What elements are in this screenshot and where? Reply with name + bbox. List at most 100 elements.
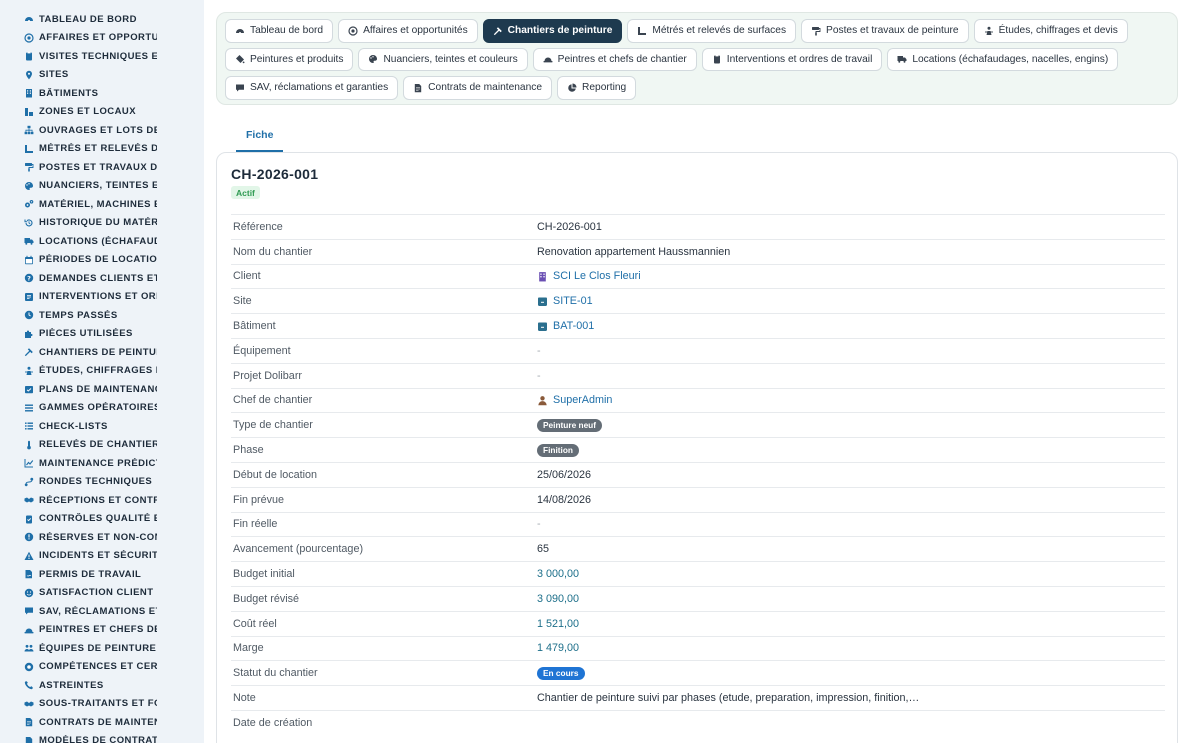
field-row: Coût réel 1 521,00 <box>231 610 1165 636</box>
route-icon <box>24 477 34 487</box>
nav-pill-peintres-et-chefs-de-chantier[interactable]: Peintres et chefs de chantier <box>532 47 697 71</box>
sidebar-item-astreintes[interactable]: ASTREINTES <box>0 676 204 695</box>
sidebar-item-ouvrages-et-lots-de-travaux[interactable]: OUVRAGES ET LOTS DE TRAVAUX <box>0 121 204 140</box>
field-label: Bâtiment <box>233 320 276 333</box>
palette-icon <box>368 54 378 64</box>
sidebar-item-label: CONTRÔLES QUALITÉ ET AUDITS <box>39 513 157 525</box>
sidebar-item-demandes-clients-et-interventions[interactable]: ? DEMANDES CLIENTS ET INTERVENTIONS <box>0 269 204 288</box>
nav-pill-contrats-de-maintenance[interactable]: Contrats de maintenance <box>403 76 553 100</box>
puzzle-icon <box>24 329 34 339</box>
nav-pill-sav-reclamations-et-garanties[interactable]: SAV, réclamations et garanties <box>225 76 399 100</box>
field-row: Statut du chantier En cours <box>231 660 1165 685</box>
field-value: BAT-001 <box>553 320 595 333</box>
hammer-icon <box>493 26 503 36</box>
sidebar-item-sav-reclamations-et-garanties[interactable]: SAV, RÉCLAMATIONS ET GARANTIES <box>0 602 204 621</box>
sidebar-item-label: PIÈCES UTILISÉES <box>39 328 133 340</box>
sidebar-item-zones-et-locaux[interactable]: ZONES ET LOCAUX <box>0 103 204 122</box>
nav-pill-interventions-et-ordres-de-travail[interactable]: Interventions et ordres de travail <box>701 47 883 71</box>
sidebar-item-permis-de-travail[interactable]: PERMIS DE TRAVAIL <box>0 565 204 584</box>
sidebar-item-sites[interactable]: SITES <box>0 66 204 85</box>
building-icon <box>24 88 34 98</box>
sidebar-item-competences-et-certifications[interactable]: COMPÉTENCES ET CERTIFICATIONS <box>0 658 204 677</box>
sidebar-item-pieces-utilisees[interactable]: PIÈCES UTILISÉES <box>0 325 204 344</box>
sidebar-item-chantiers-de-peinture[interactable]: CHANTIERS DE PEINTURE <box>0 343 204 362</box>
sidebar-item-metres-et-releves-de-surfaces[interactable]: MÉTRÉS ET RELEVÉS DE SURFACES <box>0 140 204 159</box>
nav-pill-label: Chantiers de peinture <box>507 25 613 37</box>
nav-pill-nuanciers-teintes-et-couleurs[interactable]: Nuanciers, teintes et couleurs <box>358 47 528 71</box>
field-row: Bâtiment BAT-001 <box>231 313 1165 338</box>
sidebar-item-label: NUANCIERS, TEINTES ET COULEURS <box>39 180 157 192</box>
sidebar-item-label: TABLEAU DE BORD <box>39 13 137 25</box>
nav-pill-metres-et-releves-de-surfaces[interactable]: Métrés et relevés de surfaces <box>627 19 797 43</box>
field-value: 25/06/2026 <box>537 468 592 481</box>
nav-pill-reporting[interactable]: Reporting <box>557 76 637 100</box>
sidebar-item-postes-et-travaux-de-peinture[interactable]: POSTES ET TRAVAUX DE PEINTURE <box>0 158 204 177</box>
sidebar-item-tableau-de-bord[interactable]: TABLEAU DE BORD <box>0 10 204 29</box>
nav-pill-locations-echafaudages-nacelles-engins[interactable]: Locations (échafaudages, nacelles, engin… <box>887 47 1119 71</box>
field-link[interactable]: SuperAdmin <box>537 394 612 406</box>
sidebar-item-modeles-de-contrats[interactable]: MODÈLES DE CONTRATS <box>0 732 204 743</box>
sidebar-item-rondes-techniques[interactable]: RONDES TECHNIQUES <box>0 473 204 492</box>
sidebar-item-etudes-chiffrages-et-devis[interactable]: ÉTUDES, CHIFFRAGES ET DEVIS <box>0 362 204 381</box>
field-row: Budget initial 3 000,00 <box>231 561 1165 586</box>
sidebar-item-label: INCIDENTS ET SÉCURITÉ <box>39 550 157 562</box>
field-link[interactable]: SCI Le Clos Fleuri <box>537 270 641 282</box>
paint-bucket-icon <box>235 54 245 64</box>
sidebar-item-visites-techniques-et-releves[interactable]: VISITES TECHNIQUES ET RELEVÉS <box>0 47 204 66</box>
field-link[interactable]: SITE-01 <box>537 295 593 307</box>
field-label: Nom du chantier <box>233 245 313 258</box>
sidebar-item-reserves-et-non-conformites[interactable]: RÉSERVES ET NON-CONFORMITÉS <box>0 528 204 547</box>
field-link[interactable]: BAT-001 <box>537 320 594 332</box>
sidebar-item-check-lists[interactable]: CHECK-LISTS <box>0 417 204 436</box>
file-signature-icon <box>24 569 34 579</box>
sidebar-item-interventions-et-ordres-de-travail[interactable]: INTERVENTIONS ET ORDRES DE TRAVAIL <box>0 288 204 307</box>
sidebar-item-equipes-de-peinture[interactable]: ÉQUIPES DE PEINTURE <box>0 639 204 658</box>
sidebar-item-incidents-et-securite[interactable]: INCIDENTS ET SÉCURITÉ <box>0 547 204 566</box>
sidebar-item-gammes-operatoires[interactable]: GAMMES OPÉRATOIRES <box>0 399 204 418</box>
nav-pill-label: Affaires et opportunités <box>363 25 468 37</box>
sidebar-item-historique-du-materiel[interactable]: HISTORIQUE DU MATÉRIEL <box>0 214 204 233</box>
sidebar-item-temps-passes[interactable]: TEMPS PASSÉS <box>0 306 204 325</box>
sidebar-item-label: LOCATIONS (ÉCHAFAUDAGES) <box>39 235 157 247</box>
nav-pill-peintures-et-produits[interactable]: Peintures et produits <box>225 47 354 71</box>
sidebar-item-releves-de-chantier[interactable]: RELEVÉS DE CHANTIER <box>0 436 204 455</box>
sidebar-item-periodes-de-location[interactable]: PÉRIODES DE LOCATION <box>0 251 204 270</box>
sidebar-item-label: MÉTRÉS ET RELEVÉS DE SURFACES <box>39 143 157 155</box>
checklist-icon <box>24 421 34 431</box>
sidebar-item-controles-qualite-et-audits[interactable]: CONTRÔLES QUALITÉ ET AUDITS <box>0 510 204 529</box>
sidebar-item-label: PLANS DE MAINTENANCE <box>39 383 157 395</box>
sidebar-item-receptions-et-controles[interactable]: RÉCEPTIONS ET CONTRÔLES <box>0 491 204 510</box>
sidebar-item-batiments[interactable]: BÂTIMENTS <box>0 84 204 103</box>
sidebar-item-satisfaction-client[interactable]: SATISFACTION CLIENT <box>0 584 204 603</box>
sidebar-item-maintenance-predictive[interactable]: MAINTENANCE PRÉDICTIVE <box>0 454 204 473</box>
tab-fiche[interactable]: Fiche <box>236 120 284 152</box>
sidebar-item-nuanciers-teintes-et-couleurs[interactable]: NUANCIERS, TEINTES ET COULEURS <box>0 177 204 196</box>
hard-hat-icon <box>24 625 34 635</box>
nav-pill-postes-et-travaux-de-peinture[interactable]: Postes et travaux de peinture <box>801 19 969 43</box>
sidebar-item-affaires-et-opportunites[interactable]: AFFAIRES ET OPPORTUNITÉS <box>0 29 204 48</box>
sidebar-item-label: ÉTUDES, CHIFFRAGES ET DEVIS <box>39 365 157 377</box>
sidebar-item-materiel-machines-et-outils[interactable]: MATÉRIEL, MACHINES ET OUTILS <box>0 195 204 214</box>
sidebar-item-plans-de-maintenance[interactable]: PLANS DE MAINTENANCE <box>0 380 204 399</box>
field-value: 1 521,00 <box>537 617 580 630</box>
sidebar-item-contrats-de-maintenance[interactable]: CONTRATS DE MAINTENANCE <box>0 713 204 732</box>
sidebar-item-sous-traitants-et-fournisseurs[interactable]: SOUS-TRAITANTS ET FOURNISSEURS <box>0 695 204 714</box>
sidebar-item-peintres-et-chefs-de-chantier[interactable]: PEINTRES ET CHEFS DE CHANTIER <box>0 621 204 640</box>
field-row: Référence CH-2026-001 <box>231 214 1165 239</box>
field-tag: Finition <box>537 443 579 457</box>
question-icon: ? <box>24 273 34 283</box>
field-tag: En cours <box>537 666 585 680</box>
sidebar-item-locations-echafaudages[interactable]: LOCATIONS (ÉCHAFAUDAGES) <box>0 232 204 251</box>
nav-pill-chantiers-de-peinture[interactable]: Chantiers de peinture <box>482 19 623 43</box>
nav-pill-tableau-de-bord[interactable]: Tableau de bord <box>225 19 334 43</box>
sidebar-item-label: AFFAIRES ET OPPORTUNITÉS <box>39 32 157 44</box>
target-icon <box>348 26 358 36</box>
people-icon <box>24 366 34 376</box>
field-value: SuperAdmin <box>553 394 613 407</box>
nav-pill-etudes-chiffrages-et-devis[interactable]: Études, chiffrages et devis <box>973 19 1128 43</box>
paint-roller-icon <box>811 26 821 36</box>
nav-pill-label: Reporting <box>582 82 627 94</box>
nav-pill-label: Études, chiffrages et devis <box>998 25 1118 37</box>
field-value: 65 <box>537 543 550 556</box>
nav-pill-affaires-et-opportunites[interactable]: Affaires et opportunités <box>338 19 478 43</box>
